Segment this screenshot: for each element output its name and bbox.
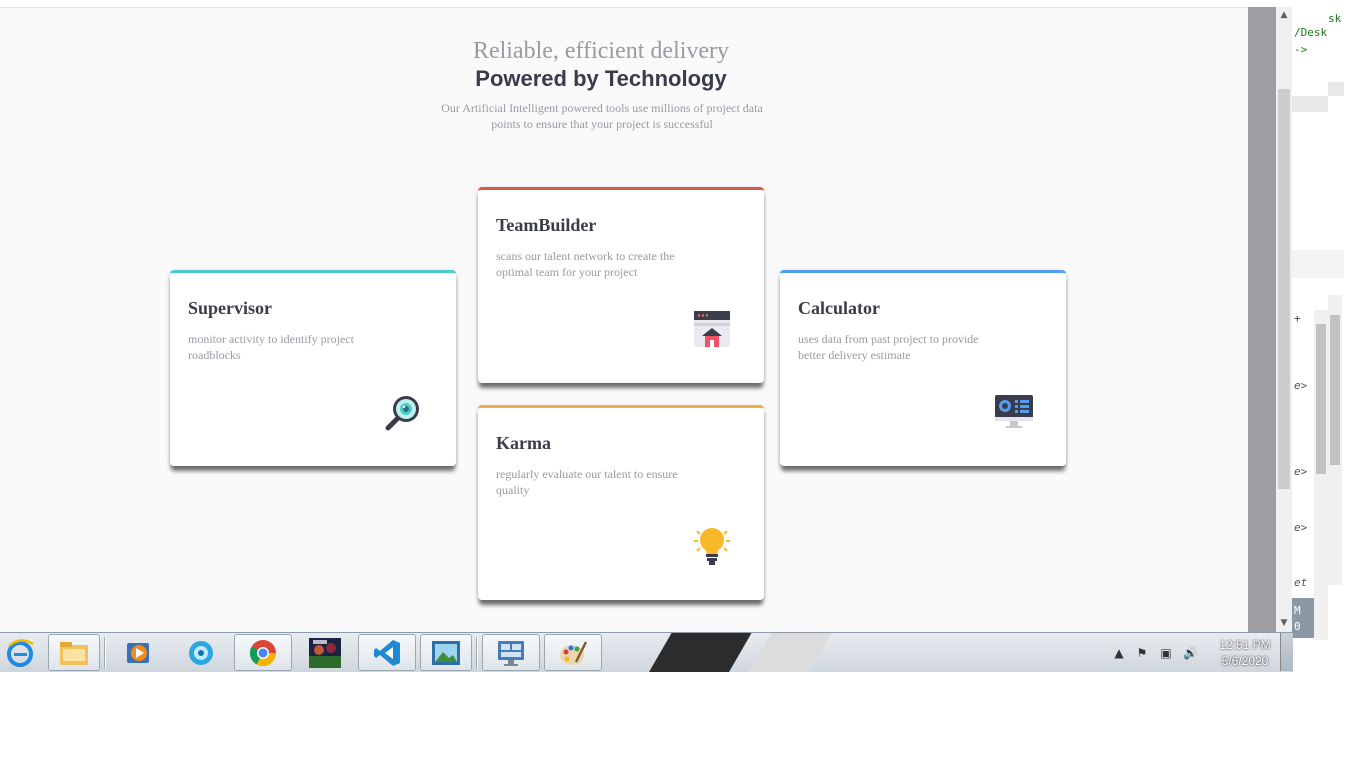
card-text: regularly evaluate our talent to ensure …	[496, 467, 678, 497]
clock-time: 12:51 PM	[1219, 638, 1271, 652]
scrollbar-thumb[interactable]	[1278, 89, 1290, 489]
card-text: monitor activity to identify project roa…	[188, 332, 354, 362]
scroll-down-icon[interactable]: ▼	[1276, 617, 1292, 629]
magnifier-icon	[384, 392, 424, 432]
editor-block	[1328, 82, 1344, 96]
code-line: sk	[1328, 12, 1342, 25]
internet-explorer-icon[interactable]	[0, 634, 40, 671]
system-tray: ▲ ⚑ ▣ 🔊 12:51 PM 5/6/2020	[1105, 633, 1293, 672]
taskbar-separator	[104, 637, 106, 669]
card-title: TeamBuilder	[496, 215, 597, 235]
card-karma: Karma regularly evaluate our talent to e…	[478, 405, 764, 600]
card-text: scans our talent network to create the o…	[496, 249, 675, 279]
card-teambuilder: TeamBuilder scans our talent network to …	[478, 187, 764, 383]
screen: Reliable, efficient delivery Powered by …	[0, 0, 1366, 768]
code-fragment: e>	[1294, 465, 1308, 478]
clock-date: 5/6/2020	[1221, 654, 1269, 668]
taskbar: ▲ ⚑ ▣ 🔊 12:51 PM 5/6/2020	[0, 632, 1293, 672]
browser-home-icon	[692, 309, 732, 349]
network-icon[interactable]: ▣	[1159, 646, 1173, 660]
wallpaper-shape	[748, 633, 832, 672]
code-line: ->	[1294, 43, 1308, 56]
hero-description: Our Artificial Intelligent powered tools…	[441, 101, 763, 131]
media-player-icon[interactable]	[112, 634, 166, 671]
remote-desktop-icon[interactable]	[482, 634, 540, 671]
chrome-icon[interactable]	[234, 634, 292, 671]
scrollbar-thumb[interactable]	[1316, 324, 1326, 474]
hero-subtitle: Reliable, efficient delivery	[472, 38, 730, 64]
editor-scrollbar[interactable]	[1328, 295, 1342, 585]
vscode-icon[interactable]	[358, 634, 416, 671]
show-hidden-icons-icon[interactable]: ▲	[1112, 646, 1126, 660]
hero-title: Powered by Technology	[475, 66, 727, 91]
web-page: Reliable, efficient delivery Powered by …	[0, 7, 1248, 632]
code-line: /Desk	[1294, 26, 1328, 39]
card-supervisor: Supervisor monitor activity to identify …	[170, 270, 456, 466]
browser-top-edge	[0, 0, 1290, 7]
scroll-up-icon[interactable]: ▲	[1276, 9, 1292, 21]
file-explorer-icon[interactable]	[48, 634, 100, 671]
editor-scrollbar-secondary[interactable]	[1314, 310, 1328, 640]
card-title: Karma	[496, 433, 551, 453]
orb-app-icon[interactable]	[174, 634, 228, 671]
card-text: uses data from past project to provide b…	[798, 332, 979, 362]
volume-icon[interactable]: 🔊	[1183, 646, 1198, 660]
code-fragment: 0	[1294, 620, 1301, 633]
page-scrollbar[interactable]: ▲ ▼	[1276, 7, 1292, 632]
page-gutter	[1248, 7, 1276, 632]
action-center-icon[interactable]: ⚑	[1135, 646, 1149, 660]
taskbar-separator	[476, 637, 478, 669]
code-fragment: M	[1294, 604, 1301, 617]
card-title: Supervisor	[188, 298, 273, 318]
code-fragment: et	[1294, 576, 1308, 589]
lightbulb-icon	[692, 526, 732, 566]
clock[interactable]: 12:51 PM 5/6/2020	[1215, 637, 1275, 669]
code-fragment: e>	[1294, 521, 1308, 534]
paint-icon[interactable]	[544, 634, 602, 671]
code-fragment: e>	[1294, 379, 1308, 392]
plus-icon[interactable]: +	[1294, 312, 1301, 325]
scrollbar-thumb[interactable]	[1330, 315, 1340, 465]
editor-block	[1292, 250, 1344, 278]
game-pes-icon[interactable]	[298, 634, 352, 671]
photo-viewer-icon[interactable]	[420, 634, 472, 671]
show-desktop-button[interactable]	[1280, 633, 1293, 671]
monitor-dashboard-icon	[994, 392, 1034, 432]
card-title: Calculator	[798, 298, 880, 318]
wallpaper-shape	[648, 633, 752, 672]
card-calculator: Calculator uses data from past project t…	[780, 270, 1066, 466]
editor-block	[1292, 96, 1328, 112]
